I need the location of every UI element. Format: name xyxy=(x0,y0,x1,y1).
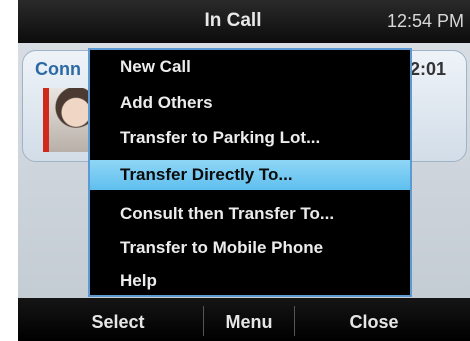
menu-item-help[interactable]: Help xyxy=(90,266,410,296)
menu-item-add-others[interactable]: Add Others xyxy=(90,88,410,118)
menu-item-new-call[interactable]: New Call xyxy=(90,52,410,82)
close-softkey[interactable]: Close xyxy=(314,298,434,341)
menu-item-consult-transfer[interactable]: Consult then Transfer To... xyxy=(90,199,410,229)
call-options-menu: New Call Add Others Transfer to Parking … xyxy=(88,48,412,297)
menu-softkey[interactable]: Menu xyxy=(204,298,294,341)
softkey-divider xyxy=(294,306,295,336)
title-bar: In Call 12:54 PM xyxy=(18,0,470,43)
phone-screen: In Call 12:54 PM Conn 2:01 New Call Add … xyxy=(18,0,470,341)
screen-title: In Call xyxy=(204,10,262,31)
menu-item-transfer-parking-lot[interactable]: Transfer to Parking Lot... xyxy=(90,123,410,153)
menu-item-transfer-directly[interactable]: Transfer Directly To... xyxy=(90,160,410,190)
select-softkey[interactable]: Select xyxy=(58,298,178,341)
clock: 12:54 PM xyxy=(386,11,464,31)
menu-item-transfer-mobile[interactable]: Transfer to Mobile Phone xyxy=(90,233,410,263)
call-status: Conn xyxy=(35,59,81,79)
call-timer: 2:01 xyxy=(409,59,446,79)
softkey-bar: Select Menu Close xyxy=(18,298,470,341)
